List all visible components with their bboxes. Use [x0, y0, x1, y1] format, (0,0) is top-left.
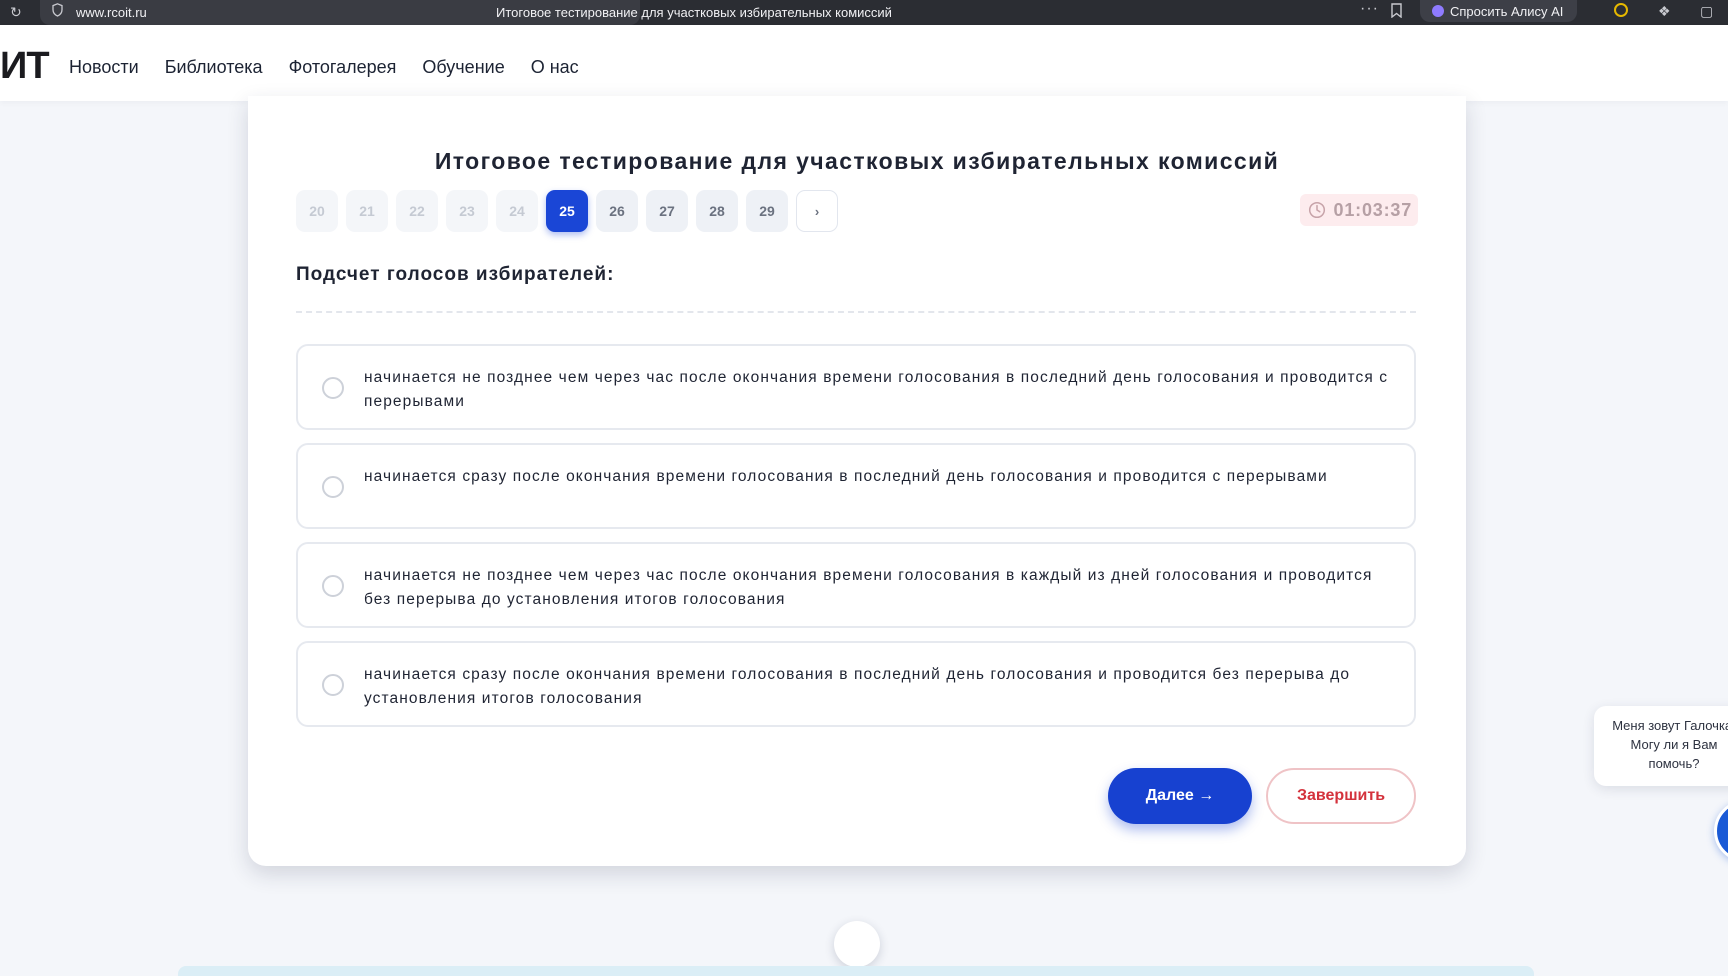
- question-number-button[interactable]: 24: [496, 190, 538, 232]
- nav-item-library[interactable]: Библиотека: [165, 57, 263, 78]
- chat-greeting-line: Меня зовут Галочка!: [1612, 718, 1728, 733]
- shield-icon: [52, 3, 63, 17]
- finish-button[interactable]: Завершить: [1266, 768, 1416, 824]
- test-title: Итоговое тестирование для участковых изб…: [434, 148, 1280, 174]
- question-number-button[interactable]: 29: [746, 190, 788, 232]
- radio-button[interactable]: [322, 575, 344, 597]
- question-number-button[interactable]: 26: [596, 190, 638, 232]
- address-url[interactable]: www.rcoit.ru: [76, 5, 147, 20]
- browser-toolbar: ↻ www.rcoit.ru Итоговое тестирование для…: [0, 0, 1728, 25]
- tab-title: Итоговое тестирование для участковых изб…: [496, 5, 892, 20]
- question-number-button[interactable]: 28: [696, 190, 738, 232]
- question-number-button[interactable]: 23: [446, 190, 488, 232]
- next-button[interactable]: Далее →: [1108, 768, 1252, 824]
- question-number-button[interactable]: 27: [646, 190, 688, 232]
- chat-greeting-line: Могу ли я Вам: [1630, 737, 1718, 752]
- puzzle-icon[interactable]: ❖: [1658, 3, 1671, 20]
- nav-item-gallery[interactable]: Фотогалерея: [289, 57, 397, 78]
- footer-strip: [178, 966, 1534, 976]
- divider: [296, 311, 1416, 313]
- ask-alice-button[interactable]: Спросить Алису AI: [1420, 0, 1578, 22]
- answer-text: начинается не позднее чем через час посл…: [364, 567, 1373, 608]
- answer-option[interactable]: начинается не позднее чем через час посл…: [296, 542, 1416, 628]
- chat-assistant-button[interactable]: [1714, 800, 1728, 862]
- question-number-button[interactable]: 21: [346, 190, 388, 232]
- timer: 01:03:37: [1299, 194, 1418, 226]
- question-number-button[interactable]: 20: [296, 190, 338, 232]
- question-navigation: 20 21 22 23 24 25 26 27 28 29 ›: [296, 190, 838, 232]
- clock-icon: [1308, 201, 1325, 219]
- timer-value: 01:03:37: [1333, 199, 1412, 220]
- main-nav: Новости Библиотека Фотогалерея Обучение …: [69, 57, 579, 78]
- answer-text: начинается сразу после окончания времени…: [364, 468, 1328, 485]
- alice-icon: [1432, 5, 1444, 17]
- extension-icon[interactable]: [1614, 3, 1628, 17]
- site-header: ИТ Новости Библиотека Фотогалерея Обучен…: [0, 25, 1728, 101]
- radio-button[interactable]: [322, 476, 344, 498]
- radio-button[interactable]: [322, 674, 344, 696]
- question-number-button[interactable]: 22: [396, 190, 438, 232]
- answer-list: начинается не позднее чем через час посл…: [296, 344, 1416, 740]
- site-logo[interactable]: ИТ: [0, 45, 50, 88]
- answer-text: начинается сразу после окончания времени…: [364, 666, 1351, 707]
- ask-alice-label: Спросить Алису AI: [1450, 3, 1564, 19]
- more-icon[interactable]: ···: [1360, 0, 1379, 18]
- next-questions-button[interactable]: ›: [796, 190, 838, 232]
- question-number-button-current[interactable]: 25: [546, 190, 588, 232]
- reload-icon[interactable]: ↻: [10, 4, 22, 21]
- bookmark-icon[interactable]: [1390, 3, 1403, 18]
- answer-option[interactable]: начинается сразу после окончания времени…: [296, 641, 1416, 727]
- radio-button[interactable]: [322, 377, 344, 399]
- test-card: Итоговое тестирование для участковых изб…: [248, 96, 1466, 866]
- scroll-button[interactable]: [834, 921, 880, 967]
- chat-greeting-line: помочь?: [1648, 756, 1700, 771]
- question-text: Подсчет голосов избирателей:: [296, 264, 615, 285]
- nav-item-about[interactable]: О нас: [531, 57, 579, 78]
- chat-greeting-bubble[interactable]: Меня зовут Галочка! Могу ли я Вам помочь…: [1594, 706, 1728, 786]
- answer-text: начинается не позднее чем через час посл…: [364, 369, 1389, 410]
- sidebar-icon[interactable]: ▢: [1700, 3, 1713, 20]
- answer-option[interactable]: начинается не позднее чем через час посл…: [296, 344, 1416, 430]
- nav-item-education[interactable]: Обучение: [422, 57, 504, 78]
- answer-option[interactable]: начинается сразу после окончания времени…: [296, 443, 1416, 529]
- nav-item-news[interactable]: Новости: [69, 57, 139, 78]
